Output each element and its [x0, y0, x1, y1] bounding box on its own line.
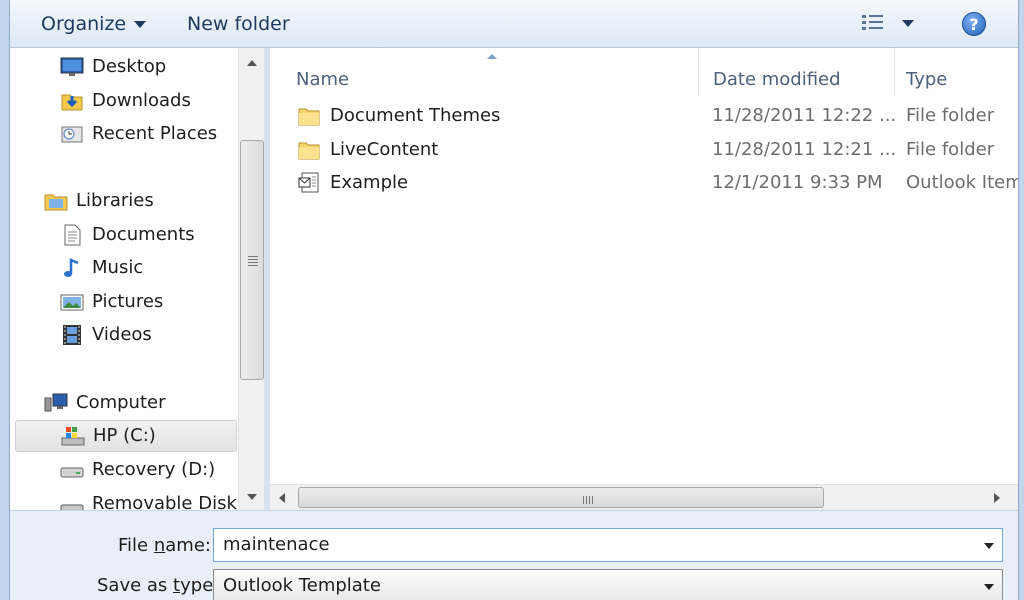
chevron-down-icon [984, 584, 994, 590]
pictures-icon [60, 294, 84, 311]
file-name-input[interactable]: maintenace [213, 528, 1003, 562]
new-folder-button[interactable]: New folder [187, 10, 290, 38]
file-list-horizontal-scrollbar[interactable] [270, 484, 1018, 510]
outlook-template-icon [298, 172, 319, 193]
nav-vertical-scrollbar[interactable] [238, 48, 264, 510]
recent-places-icon [61, 126, 83, 143]
grip-icon [583, 496, 595, 504]
file-list: Name Date modified Type Document Themes … [270, 48, 1018, 484]
music-icon [64, 258, 79, 277]
nav-item-label: Libraries [76, 190, 154, 211]
window-frame-left [0, 0, 10, 600]
nav-item-label: Videos [92, 324, 152, 345]
file-date: 12/1/2011 9:33 PM [712, 172, 883, 193]
drive-c-icon [61, 427, 85, 446]
window-frame-right [1018, 0, 1024, 600]
nav-item-label: Music [92, 257, 144, 278]
column-divider[interactable] [894, 48, 895, 96]
column-header-date-modified[interactable]: Date modified [713, 58, 841, 102]
organize-label: Organize [41, 13, 127, 35]
change-view-icon[interactable] [860, 12, 886, 34]
nav-item-hp-c[interactable]: HP (C:) [15, 420, 237, 452]
drive-icon [60, 467, 84, 478]
grip-icon [248, 256, 258, 266]
documents-icon [64, 224, 81, 246]
nav-item-label: Desktop [92, 56, 167, 77]
removable-disk-icon [60, 504, 84, 510]
save-options-panel: File name: maintenace Save as type: Outl… [10, 510, 1018, 600]
scroll-thumb[interactable] [240, 140, 264, 380]
nav-item-label: Pictures [92, 291, 164, 312]
scroll-thumb[interactable] [298, 487, 824, 508]
save-as-type-value: Outlook Template [223, 575, 381, 596]
view-options-dropdown-icon[interactable] [902, 20, 914, 27]
navigation-pane: Desktop Downloads Recent Places Librarie… [10, 48, 238, 510]
libraries-icon [44, 194, 68, 211]
chevron-down-icon[interactable] [984, 543, 994, 549]
file-date: 11/28/2011 12:21 ... [712, 139, 897, 160]
file-type: File folder [906, 105, 995, 126]
file-name-value: maintenace [223, 534, 330, 555]
file-date: 11/28/2011 12:22 ... [712, 105, 897, 126]
downloads-icon [61, 94, 83, 111]
folder-icon [298, 108, 320, 126]
save-as-type-select[interactable]: Outlook Template [213, 569, 1003, 600]
computer-icon [44, 393, 68, 412]
file-name: LiveContent [330, 139, 439, 160]
save-as-type-label: Save as type: [97, 575, 220, 596]
nav-item-label: Recovery (D:) [92, 459, 216, 480]
file-type: Outlook Item [906, 172, 1018, 193]
nav-item-label: Documents [92, 224, 195, 245]
scroll-down-icon[interactable] [247, 494, 257, 500]
sort-ascending-icon [487, 54, 497, 59]
nav-item-label: HP (C:) [93, 425, 156, 446]
file-name-label: File name: [118, 535, 211, 556]
nav-item-label: Downloads [92, 90, 191, 111]
file-row[interactable]: LiveContent 11/28/2011 12:21 ... File fo… [270, 134, 1018, 166]
file-row[interactable]: Document Themes 11/28/2011 12:22 ... Fil… [270, 100, 1018, 132]
column-header-name[interactable]: Name [296, 58, 349, 102]
file-name: Document Themes [330, 105, 501, 126]
chevron-down-icon [134, 21, 147, 28]
column-header-type[interactable]: Type [906, 58, 947, 102]
file-name: Example [330, 172, 409, 193]
help-icon[interactable]: ? [962, 12, 986, 36]
folder-icon [298, 142, 320, 160]
organize-button[interactable]: Organize [41, 10, 147, 38]
nav-item-label: Recent Places [92, 123, 218, 144]
videos-icon [63, 325, 81, 345]
file-row[interactable]: Example 12/1/2011 9:33 PM Outlook Item [270, 167, 1018, 199]
column-divider[interactable] [698, 48, 699, 96]
nav-item-label: Computer [76, 392, 166, 413]
scroll-up-icon[interactable] [247, 60, 257, 66]
nav-item-label: Removable Disk ( [92, 493, 238, 510]
scroll-right-icon[interactable] [994, 493, 1000, 503]
file-type: File folder [906, 139, 995, 160]
scroll-left-icon[interactable] [279, 493, 285, 503]
toolbar: Organize New folder ? [10, 0, 1018, 48]
desktop-icon [60, 57, 84, 76]
